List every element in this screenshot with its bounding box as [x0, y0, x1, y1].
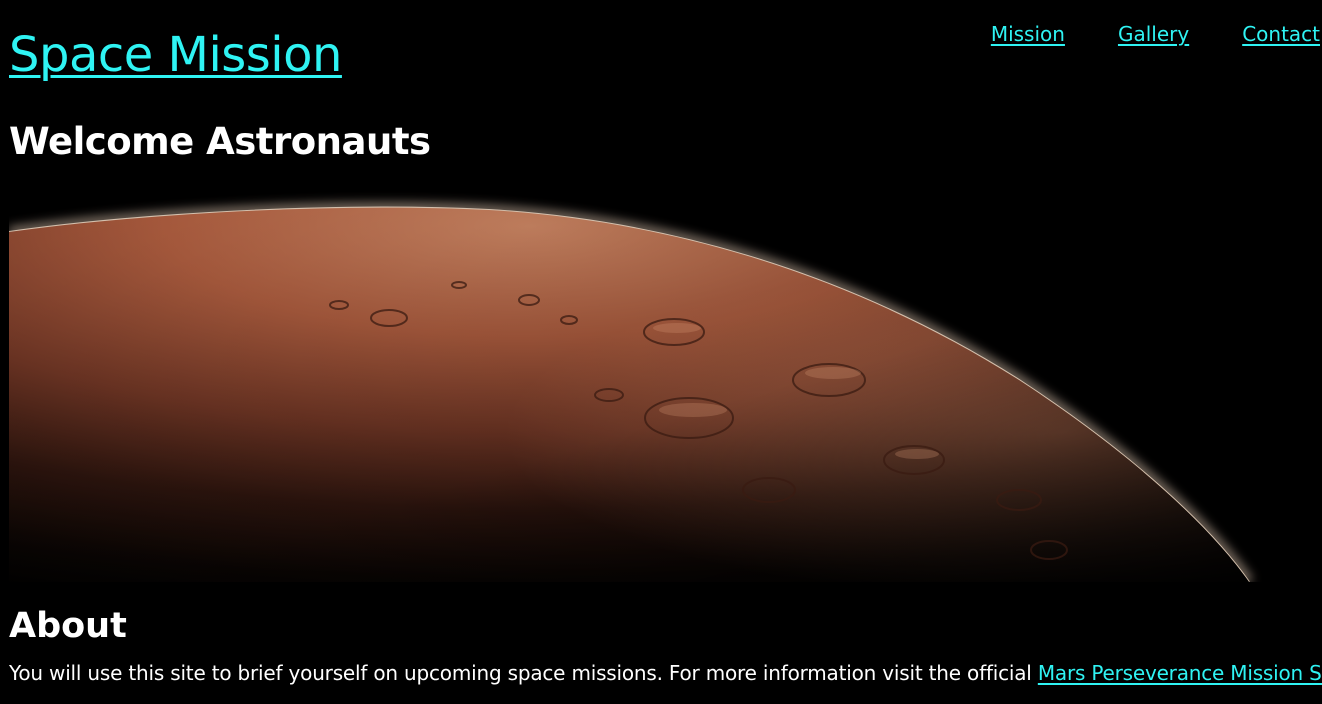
- nav-link-contact[interactable]: Contact: [1242, 20, 1320, 48]
- site-title-link[interactable]: Space Mission: [9, 27, 342, 83]
- mars-horizon-illustration: [9, 202, 1254, 582]
- site-title: Space Mission: [9, 22, 342, 88]
- hero-image-mars: [9, 190, 1265, 582]
- page: Space Mission Mission Gallery Contact We…: [0, 0, 1322, 704]
- about-text: You will use this site to brief yourself…: [9, 658, 1322, 688]
- nav-link-mission[interactable]: Mission: [991, 20, 1065, 48]
- welcome-heading: Welcome Astronauts: [9, 120, 431, 163]
- nav-link-gallery[interactable]: Gallery: [1118, 20, 1189, 48]
- about-heading: About: [9, 606, 127, 646]
- main-nav: Mission Gallery Contact: [991, 20, 1320, 48]
- mars-perseverance-link[interactable]: Mars Perseverance Mission Site: [1038, 661, 1322, 685]
- about-text-body: You will use this site to brief yourself…: [9, 661, 1038, 685]
